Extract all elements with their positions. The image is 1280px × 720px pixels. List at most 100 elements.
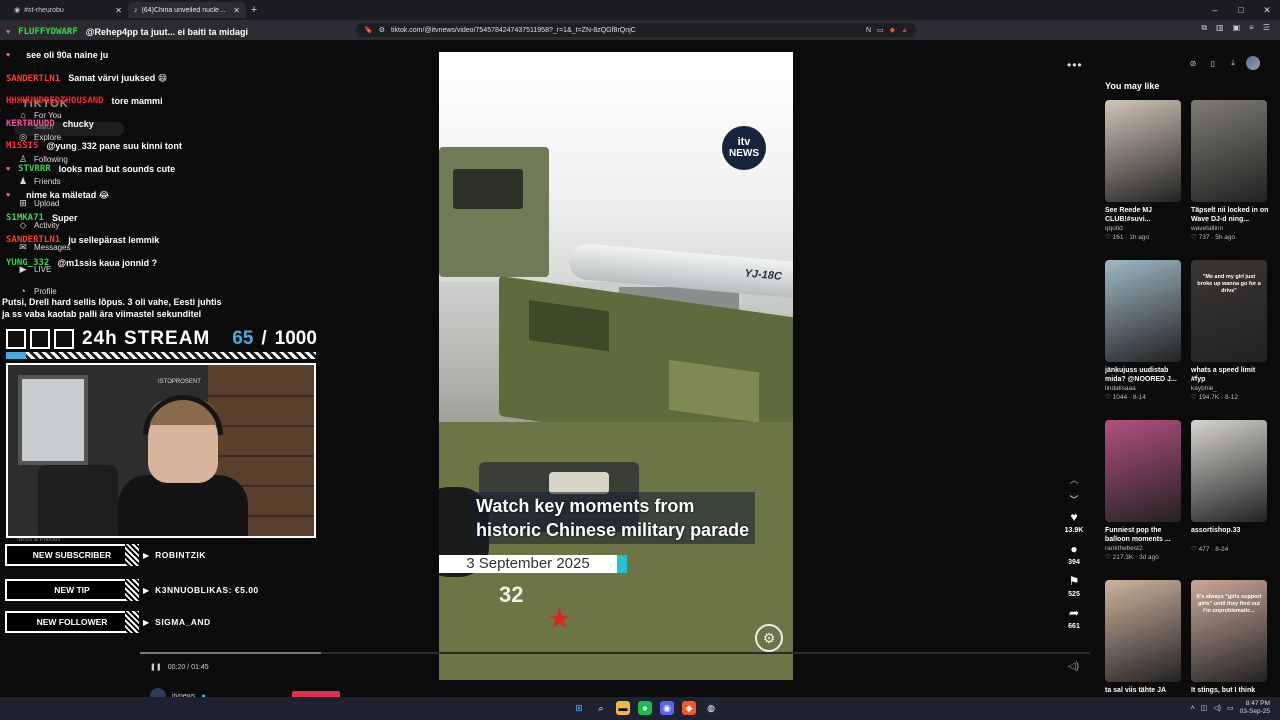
steam-icon[interactable]: ◍ [704, 701, 718, 715]
recommended-meta: ♡ 161 · 1h ago [1105, 234, 1150, 241]
chat-text: @Rehep4pp ta juut... ei baiti ta midagi [85, 27, 249, 37]
recommended-author[interactable]: lindalisaaa [1105, 385, 1183, 392]
chat-message: ♥ FLUFFYDWARF @Rehep4pp ta juut... ei bait… [6, 27, 248, 37]
url-text: tiktok.com/@itvnews/video/75457842474375… [391, 26, 636, 34]
browser-tab-1[interactable]: ◉ #st-rheurobu ✕ [8, 2, 128, 18]
share-icon[interactable]: ➦ [1069, 606, 1079, 620]
recommended-title[interactable]: Funniest pop the balloon moments ... [1105, 526, 1183, 544]
more-options-icon[interactable]: ••• [1067, 58, 1083, 72]
close-icon[interactable]: ✕ [115, 6, 122, 15]
pause-icon[interactable]: ❚❚ [150, 663, 162, 671]
alert-label: NEW SUBSCRIBER [5, 544, 139, 566]
translate-icon[interactable]: N [866, 27, 871, 34]
brave-shield-icon[interactable]: ◆ [890, 26, 895, 34]
clock[interactable]: 8:47 PM 03-Sep-25 [1240, 700, 1270, 716]
alert-label: NEW FOLLOWER [5, 611, 139, 633]
recommended-video-card[interactable]: Täpselt nii locked in on Wave DJ-d ning.… [1191, 100, 1269, 241]
recommended-video-card[interactable]: "Me and my girl just broke up wanna go f… [1191, 260, 1269, 401]
chat-text: looks mad but sounds cute [58, 164, 176, 174]
windows-start-icon[interactable]: ⊞ [572, 701, 586, 715]
screen-icon[interactable]: ▭ [877, 26, 884, 34]
alert-subscriber: NEW SUBSCRIBER ▶ ROBINTZIK [5, 544, 206, 566]
video-progress-bar[interactable] [140, 652, 1090, 654]
close-icon[interactable]: ✕ [233, 6, 240, 15]
video-thumbnail[interactable] [1105, 260, 1181, 362]
recommended-meta: ♡ 477 · 8-24 [1191, 546, 1229, 553]
menu-icon[interactable]: ☰ [1263, 23, 1270, 33]
address-bar[interactable]: 🔖 ⚙ tiktok.com/@itvnews/video/7545784247… [356, 23, 916, 37]
chevron-up-icon[interactable]: ˄ [1191, 705, 1195, 712]
recommended-author[interactable]: wavetallinn [1191, 225, 1269, 232]
recommended-video-card[interactable]: POP THE BALLOON CLIPS Funniest pop the ba… [1105, 420, 1183, 561]
minimize-button[interactable]: – [1202, 0, 1228, 20]
heart-badge-icon: ♥ [6, 28, 11, 36]
network-icon[interactable]: ◫ [1201, 704, 1208, 712]
browser-tab-2[interactable]: ♪ (64)China unveiled nuclear b ✕ [128, 2, 246, 18]
video-date-bar: 3 September 2025 [439, 555, 627, 573]
nav-profile[interactable]: ◔ Profile [18, 286, 57, 296]
recommended-video-card[interactable]: See Reede MJ CLUB!#suvi... qqotid ♡ 161 · … [1105, 100, 1183, 241]
playlist-icon[interactable]: ≡ [1249, 23, 1254, 33]
spotify-icon[interactable]: ● [638, 701, 652, 715]
chat-username: FLUFFYDWARF [18, 27, 78, 37]
video-thumbnail[interactable] [1105, 100, 1181, 202]
speaker-icon[interactable]: ◁) [1213, 704, 1221, 712]
recommended-title[interactable]: See Reede MJ CLUB!#suvi... [1105, 206, 1183, 224]
brave-icon[interactable]: ◆ [682, 701, 696, 715]
recommended-title[interactable]: assortishop.33 [1191, 526, 1269, 544]
recommended-video-card[interactable]: It's always "girls support girls" until … [1191, 580, 1269, 704]
chat-username: YUNG_332 [6, 258, 50, 268]
recommended-video-card[interactable]: assortishop.33 ♡ 477 · 8-24 [1191, 420, 1269, 553]
video-thumbnail[interactable] [1191, 100, 1267, 202]
close-window-button[interactable]: ✕ [1254, 0, 1280, 20]
chat-message: M1SSIS @yung_332 pane suu kinni tont [6, 141, 182, 151]
recommended-author[interactable]: rankthebest2 [1105, 545, 1183, 552]
maximize-button[interactable]: □ [1228, 0, 1254, 20]
video-thumbnail[interactable] [1105, 580, 1181, 682]
alert-value: K3NNUOBLIKAS: €5.00 [155, 585, 259, 595]
wallet-icon[interactable]: ▣ [1233, 23, 1241, 33]
recommended-video-card[interactable]: jänkujuss uudistab mida? @NOORED J... lin… [1105, 260, 1183, 401]
next-video-icon[interactable]: ﹀ [1069, 490, 1078, 510]
save-count: 525 [1068, 591, 1080, 598]
recommended-title[interactable]: jänkujuss uudistab mida? @NOORED J... [1105, 366, 1183, 384]
missile-label: YJ-18C [744, 267, 783, 283]
new-tab-button[interactable]: + [246, 4, 262, 16]
file-explorer-icon[interactable]: ▬ [616, 701, 630, 715]
coins-icon[interactable]: ⊘ [1186, 59, 1200, 68]
volume-icon[interactable]: ◁) [1068, 661, 1079, 672]
chat-username: KERTRUUDD [6, 119, 55, 129]
bookmark-icon[interactable]: ⚑ [1069, 574, 1080, 588]
nav-label: Profile [34, 286, 57, 296]
caption-line-2: historic Chinese military parade [476, 520, 750, 540]
video-thumbnail[interactable] [1191, 420, 1267, 522]
goal-max: 1000 [274, 328, 317, 349]
previous-video-icon[interactable]: ︿ [1069, 470, 1078, 490]
recommended-video-card[interactable]: ta sal viis tähte JA [1105, 580, 1183, 704]
video-thumbnail[interactable]: It's always "girls support girls" until … [1191, 580, 1267, 682]
avatar[interactable] [1246, 56, 1260, 70]
discord-icon[interactable]: ◉ [660, 701, 674, 715]
bookmark-icon[interactable]: 🔖 [364, 26, 373, 34]
download-icon[interactable]: ⤓ [1226, 58, 1240, 68]
sidebar-icon[interactable]: ▥ [1216, 23, 1224, 33]
video-thumbnail[interactable]: "Me and my girl just broke up wanna go f… [1191, 260, 1267, 362]
recommended-author[interactable]: kaybhie_ [1191, 385, 1269, 392]
recommended-title[interactable]: whats a speed limit #fyp [1191, 366, 1269, 384]
extensions-icon[interactable]: ⧉ [1201, 23, 1207, 33]
recommended-title[interactable]: Täpselt nii locked in on Wave DJ-d ning.… [1191, 206, 1269, 224]
header-actions: ⊘ ▯ ⤓ [1186, 56, 1260, 70]
site-info-icon[interactable]: ⚙ [379, 26, 385, 34]
nav-friends[interactable]: ♟ Friends [18, 176, 61, 187]
rewards-icon[interactable]: ▲ [901, 27, 908, 34]
heart-icon[interactable]: ♥ [1070, 510, 1077, 524]
phone-icon[interactable]: ▯ [1206, 59, 1220, 68]
battery-icon[interactable]: ▭ [1227, 704, 1234, 712]
video-thumbnail[interactable]: POP THE BALLOON CLIPS [1105, 420, 1181, 522]
tab-favicon-icon: ◉ [14, 7, 21, 14]
chat-text: Super [51, 213, 78, 223]
stream-title: 24h STREAM [82, 328, 211, 349]
comment-icon[interactable]: ● [1070, 542, 1077, 556]
search-icon[interactable]: ⌕ [594, 701, 608, 715]
recommended-author[interactable]: qqotid [1105, 225, 1183, 232]
